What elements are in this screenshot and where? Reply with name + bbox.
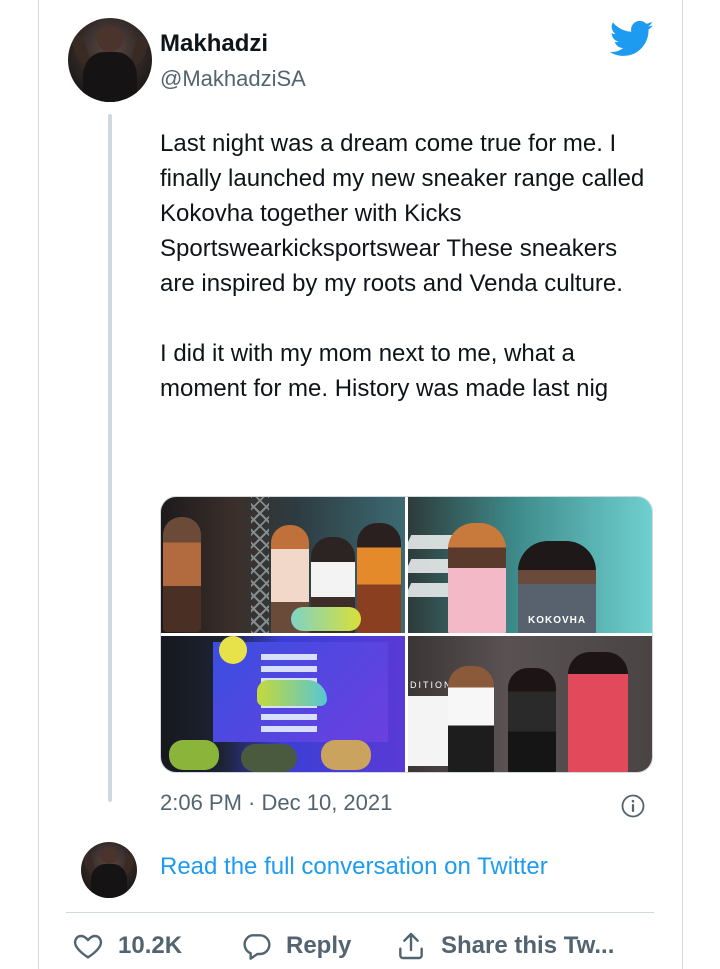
tweet-paragraph: Last night was a dream come true for me.… [160, 130, 645, 297]
photo-brand-text: KOKOVHA [528, 615, 587, 626]
tweet-timestamp[interactable]: 2:06 PM · Dec 10, 2021 [160, 790, 392, 816]
photo-mother-and-makhadzi[interactable]: KOKOVHA [408, 497, 652, 633]
tweet-paragraph: I did it with my mom next to me, what a … [160, 340, 609, 402]
share-label: Share this Tw... [441, 932, 615, 959]
photo-group-red-carpet[interactable]: DITION [408, 636, 652, 772]
author-handle[interactable]: @MakhadziSA [160, 66, 306, 92]
photo-sneaker-display[interactable] [161, 636, 405, 772]
author-name[interactable]: Makhadzi [160, 30, 268, 58]
photo-sign-text: DITION [410, 680, 453, 690]
reply-button[interactable]: Reply [240, 930, 351, 962]
author-avatar[interactable] [68, 18, 152, 102]
like-button[interactable]: 10.2K [72, 930, 182, 962]
reply-label: Reply [286, 932, 352, 959]
thread-line [108, 114, 112, 802]
read-conversation-link[interactable]: Read the full conversation on Twitter [160, 853, 548, 881]
footer-divider [66, 912, 654, 913]
twitter-bird-icon[interactable] [610, 20, 654, 58]
reply-bubble-icon [243, 934, 271, 960]
like-count: 10.2K [118, 932, 183, 959]
share-button[interactable]: Share this Tw... [395, 930, 614, 962]
info-icon[interactable] [621, 794, 645, 818]
photo-launch-stage[interactable] [161, 497, 405, 633]
share-icon [399, 932, 423, 960]
tweet-text: Last night was a dream come true for me.… [160, 126, 650, 406]
author-avatar-small[interactable] [81, 842, 137, 898]
heart-icon [73, 934, 103, 959]
media-grid: KOKOVHA DITION [160, 496, 653, 773]
